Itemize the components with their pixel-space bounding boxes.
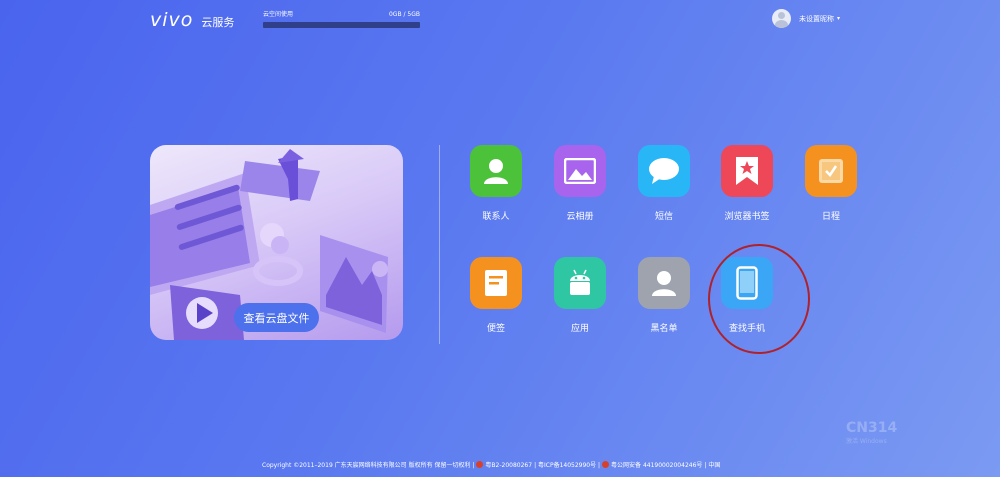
app-label[interactable]: 浏览器书签 — [713, 209, 781, 222]
app-android[interactable]: 应用 — [546, 257, 614, 334]
cloud-drive-banner[interactable]: 查看云盘文件 — [150, 145, 403, 340]
app-contacts[interactable]: 联系人 — [462, 145, 530, 222]
footer-copyright: Copyright ©2011–2019 广东天宸网络科技有限公司 版权所有 保… — [262, 462, 475, 469]
android-icon[interactable] — [554, 257, 606, 309]
app-label[interactable]: 黑名单 — [630, 321, 698, 334]
app-photo[interactable]: 云相册 — [546, 145, 614, 222]
app-note[interactable]: 便签 — [462, 257, 530, 334]
app-label[interactable]: 日程 — [797, 209, 865, 222]
calendar-icon[interactable] — [805, 145, 857, 197]
user-menu[interactable]: 未设置昵称 ▾ — [772, 9, 840, 28]
highlight-annotation-circle — [708, 244, 810, 354]
section-divider — [439, 145, 440, 344]
app-calendar[interactable]: 日程 — [797, 145, 865, 222]
logo-subtitle: 云服务 — [201, 16, 235, 29]
storage-label: 云空间使用 — [263, 11, 294, 18]
storage-usage: 云空间使用 0GB / 5GB — [263, 11, 420, 28]
footer-region: | 中国 — [704, 462, 721, 469]
photo-icon[interactable] — [554, 145, 606, 197]
police-emblem-icon — [476, 461, 484, 468]
contacts-icon[interactable] — [470, 145, 522, 197]
bookmark-icon[interactable] — [721, 145, 773, 197]
app-label[interactable]: 便签 — [462, 321, 530, 334]
footer-icp-license[interactable]: 粤B2-20080267 — [485, 460, 532, 469]
vivo-logo[interactable]: vivo 云服务 — [150, 9, 234, 31]
note-icon[interactable] — [470, 257, 522, 309]
chevron-down-icon[interactable]: ▾ — [837, 15, 840, 22]
view-cloud-files-button[interactable]: 查看云盘文件 — [234, 303, 319, 332]
app-message[interactable]: 短信 — [630, 145, 698, 222]
watermark: CN314 激活 Windows — [846, 420, 897, 445]
app-label[interactable]: 应用 — [546, 321, 614, 334]
app-bookmark[interactable]: 浏览器书签 — [713, 145, 781, 222]
app-label[interactable]: 短信 — [630, 209, 698, 222]
watermark-main: CN314 — [846, 420, 898, 436]
logo-mark: vivo — [150, 9, 194, 31]
storage-progress-bar — [263, 22, 420, 28]
user-name[interactable]: 未设置昵称 — [799, 14, 834, 24]
security-emblem-icon — [602, 461, 610, 468]
blacklist-icon[interactable] — [638, 257, 690, 309]
storage-value: 0GB / 5GB — [388, 11, 420, 18]
app-blacklist[interactable]: 黑名单 — [630, 257, 698, 334]
app-label[interactable]: 联系人 — [462, 209, 530, 222]
footer-security-record[interactable]: 粤公网安备 44190002004246号 — [611, 460, 702, 469]
footer-icp-record[interactable]: | 粤ICP备14052990号 | — [534, 460, 600, 469]
message-icon[interactable] — [638, 145, 690, 197]
footer: Copyright ©2011–2019 广东天宸网络科技有限公司 版权所有 保… — [262, 460, 720, 469]
watermark-sub: 激活 Windows — [846, 438, 887, 445]
avatar[interactable] — [772, 9, 791, 28]
app-label[interactable]: 云相册 — [546, 209, 614, 222]
